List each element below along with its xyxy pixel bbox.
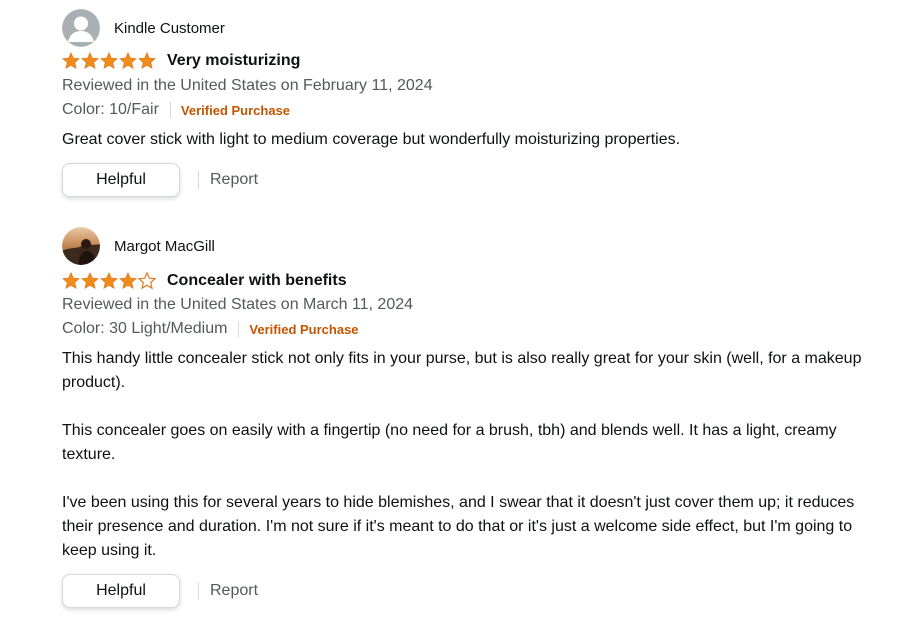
divider xyxy=(238,321,240,337)
review-body: This handy little concealer stick not on… xyxy=(62,347,882,563)
reviewer-profile[interactable]: Margot MacGill xyxy=(62,227,215,265)
four-star-icon xyxy=(62,272,156,289)
reviewer-profile[interactable]: Kindle Customer xyxy=(62,9,225,47)
divider xyxy=(169,102,171,118)
variant-label[interactable]: Color: 30 Light/Medium xyxy=(62,320,227,338)
review-paragraph: This handy little concealer stick not on… xyxy=(62,350,862,391)
verified-purchase-badge: Verified Purchase xyxy=(180,102,291,118)
review-paragraph: I've been using this for several years t… xyxy=(62,494,855,559)
reviewer-name[interactable]: Margot MacGill xyxy=(114,238,215,255)
star-rating[interactable] xyxy=(62,272,156,290)
review-actions: Helpful Report xyxy=(62,574,258,608)
divider xyxy=(198,171,199,189)
review-title[interactable]: Very moisturizing xyxy=(167,52,300,70)
helpful-button[interactable]: Helpful xyxy=(62,163,180,197)
variant-label[interactable]: Color: 10/Fair xyxy=(62,101,159,119)
review-variant-row: Color: 10/Fair Verified Purchase xyxy=(62,101,290,119)
five-star-icon xyxy=(62,52,156,69)
user-photo-avatar xyxy=(62,227,100,265)
helpful-button[interactable]: Helpful xyxy=(62,574,180,608)
review-paragraph: Great cover stick with light to medium c… xyxy=(62,131,681,148)
review-actions: Helpful Report xyxy=(62,163,258,197)
review-body: Great cover stick with light to medium c… xyxy=(62,128,882,152)
review-paragraph: This concealer goes on easily with a fin… xyxy=(62,422,837,463)
verified-purchase-badge: Verified Purchase xyxy=(249,321,359,337)
star-rating[interactable] xyxy=(62,52,156,70)
default-avatar-icon xyxy=(62,9,100,47)
review-date: Reviewed in the United States on March 1… xyxy=(62,296,414,313)
divider xyxy=(198,582,199,600)
report-link[interactable]: Report xyxy=(210,582,258,600)
review-title-row: Very moisturizing xyxy=(62,52,300,70)
review-title[interactable]: Concealer with benefits xyxy=(167,272,347,290)
review-title-row: Concealer with benefits xyxy=(62,272,347,290)
review-date: Reviewed in the United States on Februar… xyxy=(62,77,433,94)
reviewer-name[interactable]: Kindle Customer xyxy=(114,20,225,37)
review-variant-row: Color: 30 Light/Medium Verified Purchase xyxy=(62,320,359,338)
report-link[interactable]: Report xyxy=(210,171,258,189)
